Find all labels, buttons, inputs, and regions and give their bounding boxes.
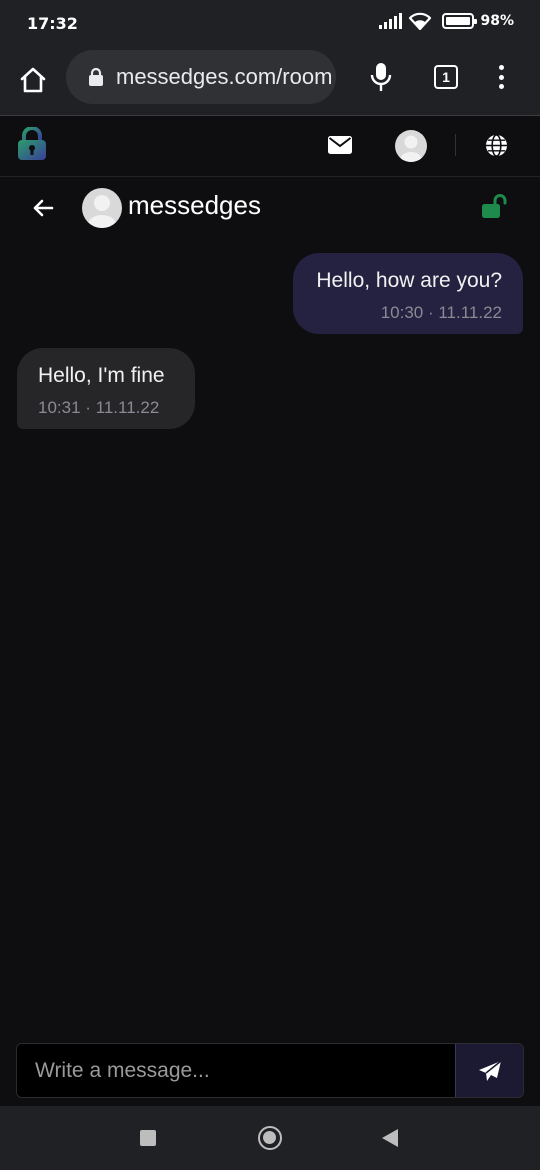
message-text: Hello, I'm fine bbox=[38, 364, 165, 387]
status-icons: 98% bbox=[379, 12, 514, 30]
contact-avatar[interactable] bbox=[82, 188, 122, 228]
message-text: Hello, how are you? bbox=[316, 269, 502, 292]
voice-search-button[interactable] bbox=[364, 60, 398, 94]
message-timestamp: 10:31 · 11.11.22 bbox=[38, 398, 160, 417]
message-bubble-incoming[interactable]: Hello, I'm fine 10:31 · 11.11.22 bbox=[17, 348, 195, 429]
back-button[interactable] bbox=[382, 1129, 398, 1147]
message-bubble-outgoing[interactable]: Hello, how are you? 10:30 · 11.11.22 bbox=[293, 253, 523, 334]
mail-icon[interactable] bbox=[328, 136, 352, 154]
message-timestamp: 10:30 · 11.11.22 bbox=[380, 303, 502, 322]
profile-avatar[interactable] bbox=[395, 130, 427, 162]
browser-toolbar: messedges.com/room 1 bbox=[0, 46, 540, 116]
message-input[interactable] bbox=[17, 1044, 455, 1097]
send-button[interactable] bbox=[455, 1044, 523, 1097]
send-paper-plane-icon bbox=[478, 1059, 501, 1081]
battery-icon bbox=[442, 13, 478, 29]
contact-name: messedges bbox=[128, 190, 261, 220]
tab-switcher-button[interactable]: 1 bbox=[434, 65, 458, 89]
globe-icon[interactable] bbox=[485, 134, 508, 157]
system-navigation-bar bbox=[0, 1106, 540, 1170]
address-bar[interactable]: messedges.com/room bbox=[66, 50, 336, 104]
home-icon bbox=[20, 67, 46, 93]
browser-menu-button[interactable] bbox=[492, 62, 510, 92]
message-composer bbox=[16, 1043, 524, 1098]
app-header bbox=[0, 117, 540, 177]
header-divider bbox=[455, 134, 456, 156]
user-icon bbox=[400, 135, 422, 162]
chat-header: messedges bbox=[0, 178, 540, 238]
url-text: messedges.com/room bbox=[116, 64, 333, 89]
home-button[interactable] bbox=[258, 1126, 282, 1150]
microphone-icon bbox=[370, 63, 392, 91]
user-icon bbox=[88, 195, 116, 228]
unlocked-padlock-icon[interactable] bbox=[481, 194, 507, 220]
battery-percent: 98% bbox=[480, 13, 514, 29]
status-bar: 17:32 98% bbox=[0, 0, 540, 46]
wifi-icon bbox=[409, 12, 432, 30]
app-logo-lock-icon[interactable] bbox=[17, 127, 47, 161]
recent-apps-button[interactable] bbox=[140, 1130, 156, 1146]
back-arrow-icon[interactable] bbox=[31, 196, 55, 220]
signal-icon bbox=[379, 13, 403, 29]
browser-home-button[interactable] bbox=[14, 61, 52, 99]
status-time: 17:32 bbox=[27, 14, 78, 33]
lock-icon bbox=[89, 67, 103, 86]
